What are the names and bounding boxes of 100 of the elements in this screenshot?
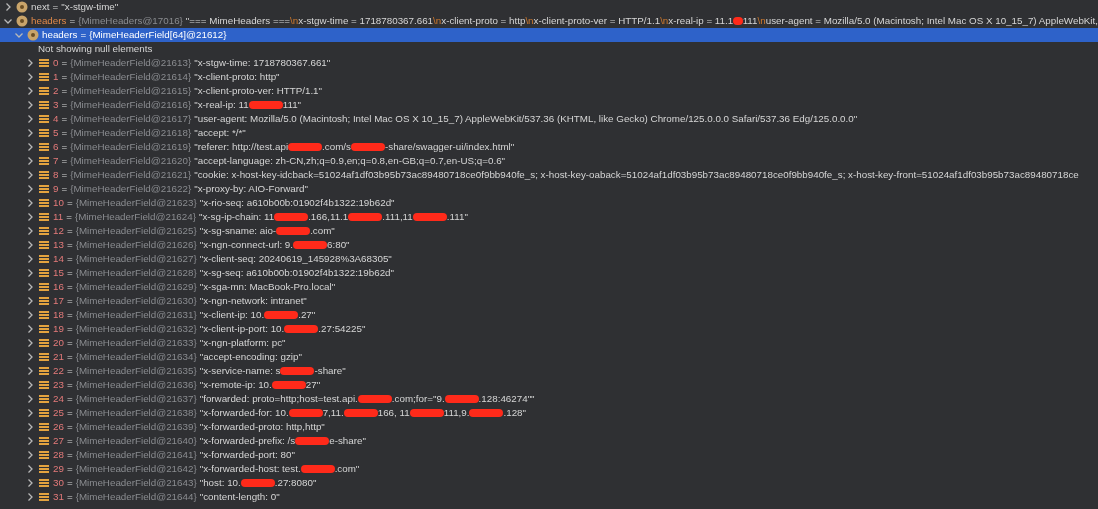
list-icon bbox=[38, 449, 50, 461]
equals-sign: = bbox=[61, 69, 68, 84]
list-icon bbox=[38, 365, 50, 377]
value-text: .128:46274"" bbox=[478, 391, 535, 406]
element-index: 29 bbox=[53, 461, 64, 476]
equals-sign: = bbox=[66, 223, 73, 238]
tree-row[interactable]: next = "x-stgw-time" bbox=[0, 0, 1098, 14]
redaction-mark bbox=[293, 241, 327, 249]
value-text: "forwarded: proto=http;host=test.api. bbox=[199, 391, 358, 406]
tree-row[interactable]: 21 = {MimeHeaderField@21634} "accept-encoding: gzip" bbox=[0, 350, 1098, 364]
list-icon bbox=[38, 99, 50, 111]
equals-sign: = bbox=[66, 391, 73, 406]
value-text: "x-sg-seq: a610b00b:01902f4b1322:19b62d" bbox=[199, 265, 395, 280]
type-label: {MimeHeaderField@21617} bbox=[70, 111, 192, 126]
type-label: {MimeHeaderField@21624} bbox=[74, 209, 196, 224]
tree-row[interactable]: 6 = {MimeHeaderField@21619} "referer: http://test.api .com/s -share/swagger-ui/index.html" bbox=[0, 140, 1098, 154]
redaction-mark bbox=[280, 367, 315, 375]
tree-row[interactable]: headers = {MimeHeaderField[64]@21612} bbox=[0, 28, 1098, 42]
escape-sequence: \n bbox=[525, 13, 534, 28]
element-index: 28 bbox=[53, 447, 64, 462]
equals-sign: = bbox=[66, 237, 73, 252]
value-text: "x-client-ip: 10. bbox=[199, 307, 265, 322]
tree-row[interactable]: 27 = {MimeHeaderField@21640} "x-forwarded-prefix: /s e-share" bbox=[0, 434, 1098, 448]
tree-row[interactable]: 12 = {MimeHeaderField@21625} "x-sg-sname: aio- .com" bbox=[0, 224, 1098, 238]
value-text: "x-forwarded-port: 80" bbox=[199, 447, 295, 462]
tree-row[interactable]: 15 = {MimeHeaderField@21628} "x-sg-seq: a610b00b:01902f4b1322:19b62d" bbox=[0, 266, 1098, 280]
element-index: 6 bbox=[53, 139, 59, 154]
type-label: {MimeHeaderField@21644} bbox=[75, 489, 197, 504]
tree-row[interactable]: 10 = {MimeHeaderField@21623} "x-rio-seq: a610b00b:01902f4b1322:19b62d" bbox=[0, 196, 1098, 210]
tree-row[interactable]: 2 = {MimeHeaderField@21615} "x-client-proto-ver: HTTP/1.1" bbox=[0, 84, 1098, 98]
value-text: "x-remote-ip: 10. bbox=[199, 377, 272, 392]
equals-sign: = bbox=[61, 83, 68, 98]
tree-row[interactable]: 19 = {MimeHeaderField@21632} "x-client-ip-port: 10. .27:54225" bbox=[0, 322, 1098, 336]
type-label: {MimeHeaderField@21638} bbox=[75, 405, 197, 420]
equals-sign: = bbox=[61, 153, 68, 168]
equals-sign: = bbox=[61, 97, 68, 112]
equals-sign: = bbox=[69, 13, 76, 28]
equals-sign: = bbox=[61, 55, 68, 70]
list-icon bbox=[38, 141, 50, 153]
value-text: .com/s bbox=[322, 139, 351, 154]
type-label: {MimeHeaderField@21627} bbox=[75, 251, 197, 266]
redaction-mark bbox=[357, 395, 392, 403]
tree-row[interactable]: 22 = {MimeHeaderField@21635} "x-service-name: s -share" bbox=[0, 364, 1098, 378]
list-icon bbox=[38, 85, 50, 97]
tree-row[interactable]: 24 = {MimeHeaderField@21637} "forwarded: proto=http;host=test.api. .com;for="9. .128:46274"" bbox=[0, 392, 1098, 406]
equals-sign: = bbox=[66, 433, 73, 448]
type-label: {MimeHeaderField@21637} bbox=[75, 391, 197, 406]
tree-row[interactable]: 25 = {MimeHeaderField@21638} "x-forwarded-for: 10. 7,11. 166, 11 111,9. .128" bbox=[0, 406, 1098, 420]
tree-row[interactable]: 29 = {MimeHeaderField@21642} "x-forwarded-host: test. .com" bbox=[0, 462, 1098, 476]
element-index: 25 bbox=[53, 405, 64, 420]
tree-row[interactable]: 0 = {MimeHeaderField@21613} "x-stgw-time: 1718780367.661" bbox=[0, 56, 1098, 70]
type-label: {MimeHeaderField@21628} bbox=[75, 265, 197, 280]
value-text: "x-client-seq: 20240619_145928%3A68305" bbox=[199, 251, 392, 266]
element-index: 30 bbox=[53, 475, 64, 490]
tree-row[interactable]: 17 = {MimeHeaderField@21630} "x-ngn-network: intranet" bbox=[0, 294, 1098, 308]
redaction-mark bbox=[248, 101, 283, 109]
list-icon bbox=[38, 211, 50, 223]
element-index: 23 bbox=[53, 377, 64, 392]
tree-row[interactable]: 3 = {MimeHeaderField@21616} "x-real-ip: 11 111" bbox=[0, 98, 1098, 112]
equals-sign: = bbox=[66, 321, 73, 336]
value-text: user-agent = Mozilla/5.0 (Macintosh; Intel Mac OS X 10_15_7) AppleWebKit, bbox=[765, 13, 1098, 28]
element-index: 15 bbox=[53, 265, 64, 280]
tree-row[interactable]: 31 = {MimeHeaderField@21644} "content-length: 0" bbox=[0, 490, 1098, 504]
tree-row[interactable]: 18 = {MimeHeaderField@21631} "x-client-ip: 10. .27" bbox=[0, 308, 1098, 322]
value-text: "x-client-proto: http" bbox=[194, 69, 280, 84]
tree-row[interactable]: 23 = {MimeHeaderField@21636} "x-remote-ip: 10. 27" bbox=[0, 378, 1098, 392]
value-text: "cookie: x-host-key-idcback=51024af1df03b95b73ac89480718ce0f9bb940fe_s; x-host-key-oaback=51024af1df03b95b73ac89480718ce0f9bb940fe_s; x-host-key-front=51024af1df03b95b73ac89480718ce bbox=[194, 167, 1079, 182]
tree-row[interactable]: 13 = {MimeHeaderField@21626} "x-ngn-connect-url: 9. 6:80" bbox=[0, 238, 1098, 252]
value-text: x-client-proto = http bbox=[441, 13, 526, 28]
tree-row[interactable]: 11 = {MimeHeaderField@21624} "x-sg-ip-chain: 11 .166,11.1 .111,11 .111" bbox=[0, 210, 1098, 224]
field-icon bbox=[16, 1, 28, 13]
tree-row[interactable]: 28 = {MimeHeaderField@21641} "x-forwarded-port: 80" bbox=[0, 448, 1098, 462]
value-text: "user-agent: Mozilla/5.0 (Macintosh; Intel Mac OS X 10_15_7) AppleWebKit/537.36 (KHTML, like Gecko) Chrome/125.0.0.0 Safari/537.36 Edg/125.0.0.0" bbox=[194, 111, 858, 126]
tree-row[interactable]: 14 = {MimeHeaderField@21627} "x-client-seq: 20240619_145928%3A68305" bbox=[0, 252, 1098, 266]
tree-row[interactable]: 1 = {MimeHeaderField@21614} "x-client-proto: http" bbox=[0, 70, 1098, 84]
redaction-mark bbox=[240, 479, 275, 487]
value-text: "x-sg-sname: aio- bbox=[199, 223, 277, 238]
tree-row[interactable]: 7 = {MimeHeaderField@21620} "accept-language: zh-CN,zh;q=0.9,en;q=0.8,en-GB;q=0.7,en-US;q=0.6" bbox=[0, 154, 1098, 168]
list-icon bbox=[38, 323, 50, 335]
value-text: .27:54225" bbox=[318, 321, 366, 336]
element-index: 10 bbox=[53, 195, 64, 210]
tree-row[interactable]: 20 = {MimeHeaderField@21633} "x-ngn-platform: pc" bbox=[0, 336, 1098, 350]
tree-row[interactable]: 30 = {MimeHeaderField@21643} "host: 10. .27:8080" bbox=[0, 476, 1098, 490]
type-label: {MimeHeaderField@21622} bbox=[70, 181, 192, 196]
value-text: 111" bbox=[282, 97, 302, 112]
element-index: 27 bbox=[53, 433, 64, 448]
variable-name: headers bbox=[31, 13, 67, 28]
type-label: {MimeHeaderField@21625} bbox=[75, 223, 197, 238]
list-icon bbox=[38, 477, 50, 489]
element-index: 11 bbox=[53, 209, 64, 224]
value-text: .111" bbox=[446, 209, 468, 224]
tree-row[interactable]: 4 = {MimeHeaderField@21617} "user-agent: Mozilla/5.0 (Macintosh; Intel Mac OS X 10_15_7) AppleWebKit/537.36 (KHTML, like Gecko) Chrome/125.0.0.0 Safari/537.36 Edg/125.0.0.0" bbox=[0, 112, 1098, 126]
tree-row[interactable]: 16 = {MimeHeaderField@21629} "x-sga-mn: MacBook-Pro.local" bbox=[0, 280, 1098, 294]
tree-row[interactable]: 26 = {MimeHeaderField@21639} "x-forwarded-proto: http,http" bbox=[0, 420, 1098, 434]
tree-row[interactable]: 5 = {MimeHeaderField@21618} "accept: */*" bbox=[0, 126, 1098, 140]
list-icon bbox=[38, 491, 50, 503]
redaction-mark bbox=[348, 213, 383, 221]
tree-row[interactable]: 9 = {MimeHeaderField@21622} "x-proxy-by: AIO-Forward" bbox=[0, 182, 1098, 196]
redaction-mark bbox=[412, 213, 447, 221]
list-icon bbox=[38, 183, 50, 195]
